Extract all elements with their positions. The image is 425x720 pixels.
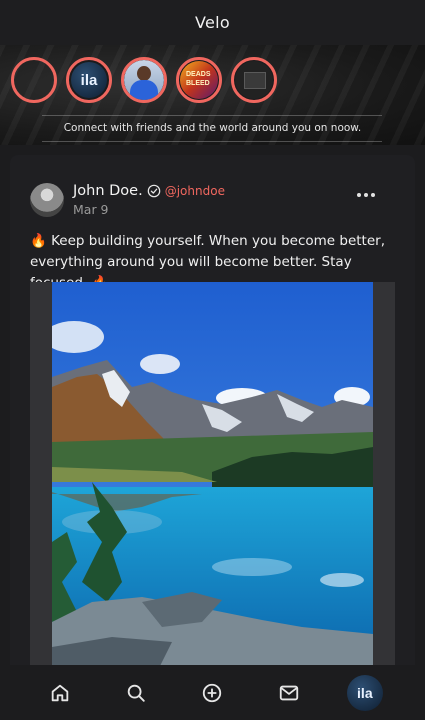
tab-profile[interactable]: ila [345, 673, 385, 713]
post-media[interactable] [30, 282, 395, 675]
author-handle[interactable]: @johndoe [165, 184, 225, 198]
messages-icon [279, 685, 298, 700]
story-add[interactable] [11, 57, 57, 103]
profile-avatar: ila [346, 674, 383, 711]
story-person[interactable] [121, 57, 167, 103]
bottom-tab-bar: ila [0, 665, 425, 720]
app-header: Velo [0, 0, 425, 45]
divider-top [42, 115, 382, 116]
more-options-icon[interactable] [357, 193, 375, 197]
post-date: Mar 9 [73, 202, 109, 217]
stories-row: ila DEADS BLEED [11, 57, 277, 103]
app-title: Velo [195, 13, 230, 32]
verified-icon [147, 184, 161, 198]
divider-bottom [42, 141, 382, 142]
stories-banner: ila DEADS BLEED Connect with friends and… [0, 45, 425, 145]
tagline: Connect with friends and the world aroun… [63, 122, 362, 134]
tab-home[interactable] [40, 673, 80, 713]
add-post-icon [203, 683, 222, 702]
story-ila[interactable]: ila [66, 57, 112, 103]
story-person-avatar [124, 60, 164, 100]
tab-search[interactable] [116, 673, 156, 713]
tab-create[interactable] [192, 673, 232, 713]
story-ila-logo: ila [71, 62, 107, 98]
story-poster[interactable]: DEADS BLEED [176, 57, 222, 103]
story-screen-image [235, 61, 273, 99]
mountain-lake-photo [52, 282, 373, 675]
author-name[interactable]: John Doe. [73, 183, 143, 199]
author-avatar[interactable] [30, 183, 64, 217]
post-header: John Doe. @johndoe Mar 9 [30, 183, 225, 217]
tab-messages[interactable] [269, 673, 309, 713]
post-card: John Doe. @johndoe Mar 9 🔥 Keep building… [10, 155, 415, 675]
story-poster-image: DEADS BLEED [180, 61, 218, 99]
search-icon [128, 684, 145, 702]
story-screen[interactable] [231, 57, 277, 103]
home-icon [51, 684, 69, 701]
